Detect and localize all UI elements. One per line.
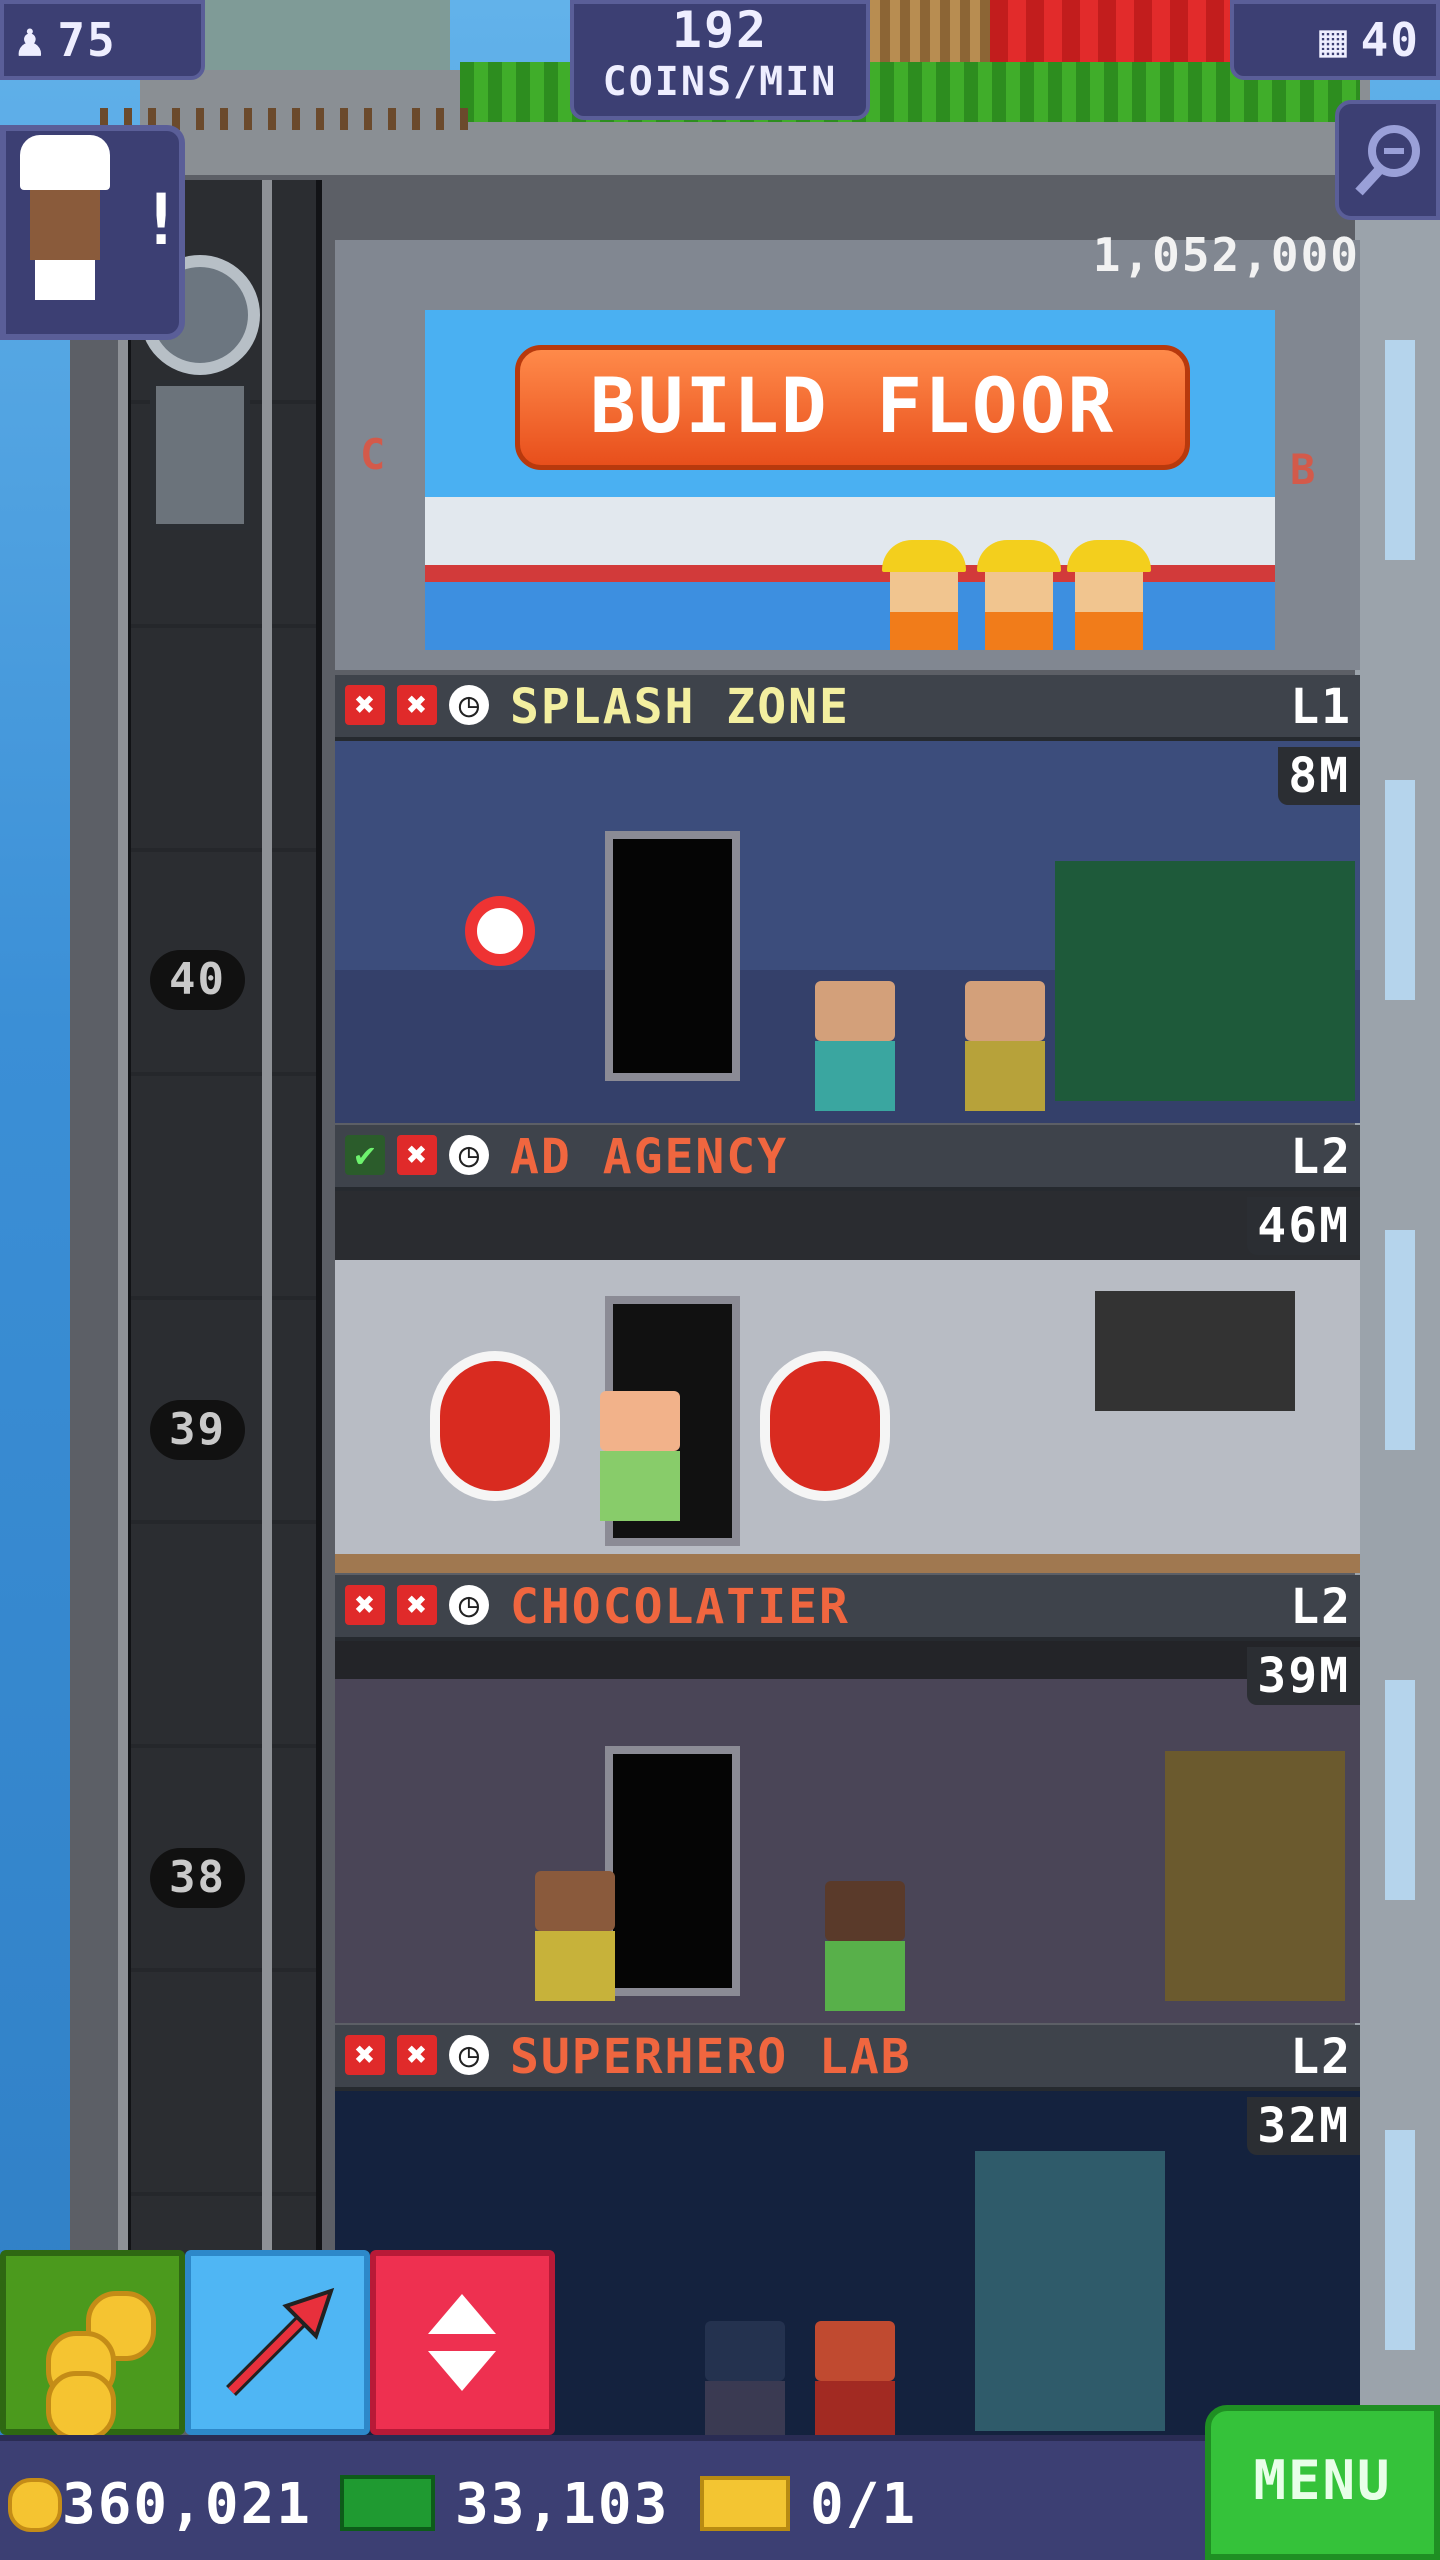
construction-worker xyxy=(1067,540,1151,650)
tickets-total: 0/1 xyxy=(810,2472,918,2537)
population-counter[interactable]: ♟ 75 xyxy=(0,0,205,80)
floor-header: ✖ ✖ ◷ CHOCOLATIER L2 xyxy=(335,1575,1360,1641)
build-floor-cost: 1,052,000 xyxy=(1092,228,1360,282)
tower-window xyxy=(1385,340,1415,560)
elevator-button[interactable] xyxy=(370,2250,555,2435)
menu-button[interactable]: MENU xyxy=(1205,2405,1440,2560)
door xyxy=(605,1746,740,1996)
construction-worker xyxy=(882,540,966,650)
floor-splash-zone[interactable]: ✖ ✖ ◷ SPLASH ZONE L1 8M xyxy=(335,675,1360,1125)
building-icon: ▦ xyxy=(1319,13,1349,67)
status-x-icon: ✖ xyxy=(345,2035,385,2075)
build-floor-button[interactable]: BUILD FLOOR xyxy=(515,345,1190,470)
ticket-icon xyxy=(700,2476,790,2531)
roof-wood-panel xyxy=(870,0,990,70)
floor-room xyxy=(335,1641,1360,2023)
tenant[interactable] xyxy=(535,1871,615,2001)
elevator-floor-number: 38 xyxy=(150,1848,245,1908)
check-icon: ✔ xyxy=(345,1135,385,1175)
tenant[interactable] xyxy=(705,2321,785,2451)
floor-count-button[interactable]: ▦ 40 xyxy=(1230,0,1440,80)
floor-count-value: 40 xyxy=(1360,13,1420,67)
floor-name: CHOCOLATIER xyxy=(510,1579,850,1635)
elevator-floor-number: 39 xyxy=(150,1400,245,1460)
floor-value: 32M xyxy=(1247,2097,1360,2155)
clock-icon: ◷ xyxy=(449,1135,489,1175)
egg-chair xyxy=(430,1351,560,1501)
tenant[interactable] xyxy=(825,1881,905,2011)
coin-icon xyxy=(8,2478,62,2532)
lab-capsule xyxy=(975,2151,1165,2431)
status-x-icon: ✖ xyxy=(397,685,437,725)
floor-value: 46M xyxy=(1247,1197,1360,1255)
floor-value: 39M xyxy=(1247,1647,1360,1705)
roof-curtain xyxy=(990,0,1230,70)
action-bar xyxy=(0,2250,570,2441)
tenant[interactable] xyxy=(815,981,895,1111)
floor-level: L2 xyxy=(1290,2029,1352,2085)
floor-room xyxy=(335,741,1360,1123)
floor-marker-c: C xyxy=(360,430,388,479)
floor-level: L1 xyxy=(1290,679,1352,735)
floor-marker-b: B xyxy=(1290,445,1318,494)
life-ring-icon xyxy=(465,896,535,966)
floor-ad-agency[interactable]: ✔ ✖ ◷ AD AGENCY L2 46M xyxy=(335,1125,1360,1575)
floor-name: SPLASH ZONE xyxy=(510,679,850,735)
ring-advertisement-screen xyxy=(1095,1291,1295,1411)
floor-value: 8M xyxy=(1278,747,1360,805)
shaft-rail-left xyxy=(118,180,128,2430)
elevator-car[interactable] xyxy=(150,380,250,530)
status-x-icon: ✖ xyxy=(345,685,385,725)
elevator-arrows-icon xyxy=(428,2294,496,2391)
tower-window xyxy=(1385,1230,1415,1450)
egg-chair xyxy=(760,1351,890,1501)
floor-name: SUPERHERO LAB xyxy=(510,2029,912,2085)
clock-icon: ◷ xyxy=(449,1585,489,1625)
floor-name: AD AGENCY xyxy=(510,1129,789,1185)
floor-header: ✖ ✖ ◷ SPLASH ZONE L1 xyxy=(335,675,1360,741)
chocolate-tank xyxy=(1165,1751,1345,2001)
floor-level: L2 xyxy=(1290,1579,1352,1635)
status-x-icon: ✖ xyxy=(397,2035,437,2075)
status-x-icon: ✖ xyxy=(397,1585,437,1625)
floor-header: ✖ ✖ ◷ SUPERHERO LAB L2 xyxy=(335,2025,1360,2091)
chef-hat-icon xyxy=(20,135,110,190)
tower-window xyxy=(1385,1680,1415,1900)
zoom-out-icon xyxy=(1355,125,1420,196)
chef-face-icon xyxy=(30,190,100,260)
coins-total: 360,021 xyxy=(62,2472,313,2537)
palm-plants xyxy=(1055,861,1355,1101)
chef-body-icon xyxy=(35,260,95,300)
pick-button[interactable] xyxy=(185,2250,370,2435)
coins-button[interactable] xyxy=(0,2250,185,2441)
clock-icon: ◷ xyxy=(449,2035,489,2075)
status-x-icon: ✖ xyxy=(397,1135,437,1175)
tower-window xyxy=(1385,2130,1415,2350)
floor-room xyxy=(335,1191,1360,1573)
tenant[interactable] xyxy=(600,1391,680,1521)
zoom-out-button[interactable] xyxy=(1335,100,1440,220)
coins-per-min-value: 192 xyxy=(671,1,769,59)
tenant[interactable] xyxy=(815,2321,895,2451)
door xyxy=(605,831,740,1081)
clock-icon: ◷ xyxy=(449,685,489,725)
arrow-icon xyxy=(226,2287,335,2396)
coins-per-minute-panel: 192 COINS/MIN xyxy=(570,0,870,120)
population-value: 75 xyxy=(57,13,117,67)
coins-per-min-label: COINS/MIN xyxy=(602,59,838,105)
floor-chocolatier[interactable]: ✖ ✖ ◷ CHOCOLATIER L2 39M xyxy=(335,1575,1360,2025)
tenant[interactable] xyxy=(965,981,1045,1111)
floor-level: L2 xyxy=(1290,1129,1352,1185)
elevator-floor-number: 40 xyxy=(150,950,245,1010)
status-x-icon: ✖ xyxy=(345,1585,385,1625)
alert-icon: ! xyxy=(140,180,182,260)
construction-worker xyxy=(977,540,1061,650)
floor-header: ✔ ✖ ◷ AD AGENCY L2 xyxy=(335,1125,1360,1191)
bux-icon xyxy=(340,2475,435,2531)
person-icon: ♟ xyxy=(16,13,46,67)
shaft-rail-right xyxy=(262,180,272,2430)
tower-window xyxy=(1385,780,1415,1000)
bux-total: 33,103 xyxy=(455,2472,670,2537)
